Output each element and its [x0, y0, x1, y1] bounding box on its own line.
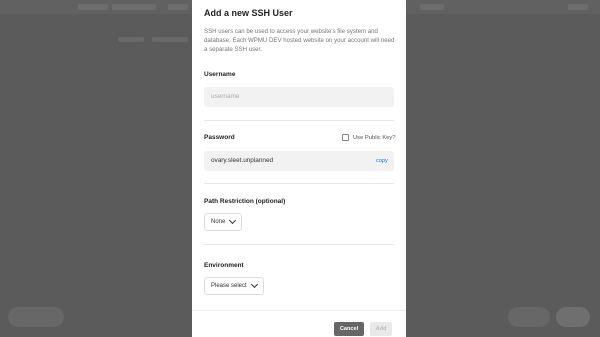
cancel-button[interactable]: Cancel	[334, 322, 364, 336]
path-restriction-label: Path Restriction (optional)	[204, 198, 286, 205]
modal-description: SSH users can be used to access your web…	[204, 28, 395, 53]
environment-select[interactable]: Please select	[204, 277, 264, 295]
background-help-button	[556, 307, 590, 327]
add-button[interactable]: Add	[370, 322, 392, 336]
chevron-down-icon	[250, 280, 258, 289]
background-text	[152, 37, 188, 42]
environment-label: Environment	[204, 262, 244, 269]
background-tab	[568, 4, 588, 10]
use-public-key-option[interactable]: Use Public Key?	[342, 134, 396, 141]
footer-divider	[192, 310, 406, 311]
background-button	[8, 307, 64, 327]
password-label: Password	[204, 134, 235, 141]
path-restriction-value: None	[211, 219, 226, 225]
divider	[204, 244, 394, 245]
background-tab	[78, 4, 108, 10]
background-tab	[112, 4, 156, 10]
username-input[interactable]	[204, 87, 394, 107]
background-tab	[420, 4, 444, 10]
password-value: ovary.sleet.unplanned	[211, 157, 274, 164]
use-public-key-checkbox[interactable]	[342, 134, 349, 141]
chevron-down-icon	[229, 216, 237, 225]
add-ssh-user-modal: Add a new SSH User SSH users can be used…	[192, 0, 406, 337]
copy-password-link[interactable]: copy	[376, 158, 388, 164]
environment-value: Please select	[211, 283, 247, 289]
modal-title: Add a new SSH User	[204, 8, 293, 18]
background-text	[118, 37, 144, 42]
background-button	[508, 307, 550, 327]
path-restriction-select[interactable]: None	[204, 213, 243, 231]
background-tab	[168, 4, 188, 10]
divider	[204, 120, 394, 121]
username-label: Username	[204, 71, 236, 78]
divider	[204, 183, 394, 184]
use-public-key-label: Use Public Key?	[353, 134, 396, 141]
